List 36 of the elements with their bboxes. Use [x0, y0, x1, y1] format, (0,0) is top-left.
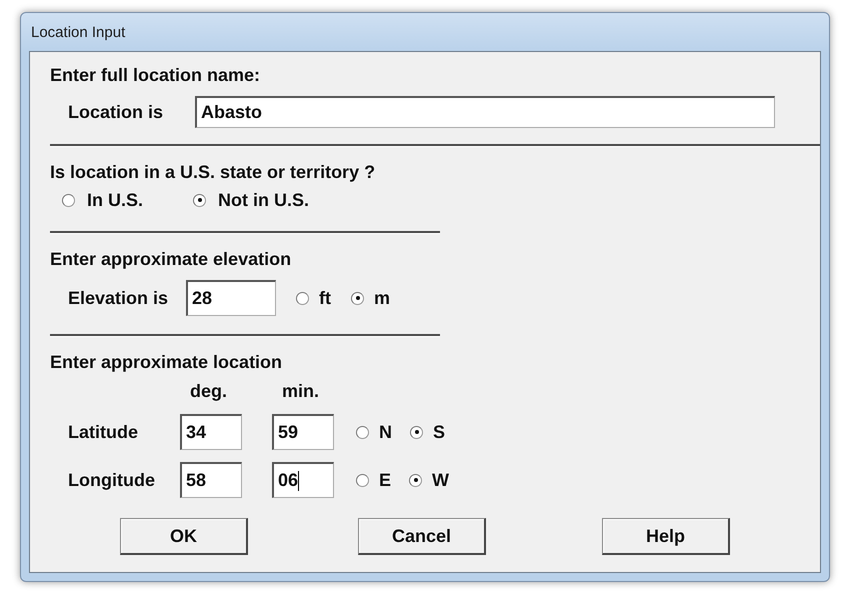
radio-button[interactable]: [356, 426, 369, 438]
column-header: deg.: [189, 381, 228, 402]
input-field[interactable]: 58: [180, 462, 242, 498]
radio-button[interactable]: [351, 292, 364, 304]
dialog-button[interactable]: OK: [120, 518, 248, 555]
radio-button[interactable]: [356, 474, 369, 486]
input-field[interactable]: 34: [180, 414, 242, 450]
radio-label[interactable]: E: [379, 470, 392, 490]
radio-label[interactable]: W: [432, 470, 450, 490]
section-heading: Enter approximate location: [50, 351, 284, 374]
radio-label[interactable]: m: [374, 288, 390, 308]
input-field[interactable]: 28: [186, 280, 276, 316]
window-title: Location Input: [30, 24, 126, 40]
dialog-button[interactable]: Cancel: [358, 518, 486, 555]
radio-button[interactable]: [409, 474, 422, 486]
radio-button[interactable]: [410, 426, 423, 438]
question-text: Is location in a U.S. state or territory ?: [50, 161, 376, 184]
field-label: Elevation is: [68, 288, 168, 308]
section-heading: Enter full location name:: [50, 64, 262, 87]
field-label: Longitude: [68, 470, 156, 490]
radio-label[interactable]: Not in U.S.: [218, 190, 310, 210]
radio-button[interactable]: [296, 292, 310, 304]
input-field[interactable]: 59: [272, 414, 334, 450]
radio-label[interactable]: In U.S.: [87, 190, 144, 210]
dialog-button[interactable]: Help: [602, 518, 730, 555]
column-header: min.: [281, 381, 320, 402]
radio-label[interactable]: N: [379, 422, 392, 442]
section-heading: Enter approximate elevation: [50, 248, 292, 271]
input-field[interactable]: Abasto: [195, 96, 776, 128]
field-label: Location is: [68, 102, 164, 122]
input-field[interactable]: 06: [272, 462, 334, 498]
radio-button[interactable]: [193, 194, 206, 206]
radio-label[interactable]: ft: [319, 288, 332, 308]
radio-button[interactable]: [62, 194, 75, 206]
radio-label[interactable]: S: [433, 422, 446, 442]
field-label: Latitude: [68, 422, 139, 442]
